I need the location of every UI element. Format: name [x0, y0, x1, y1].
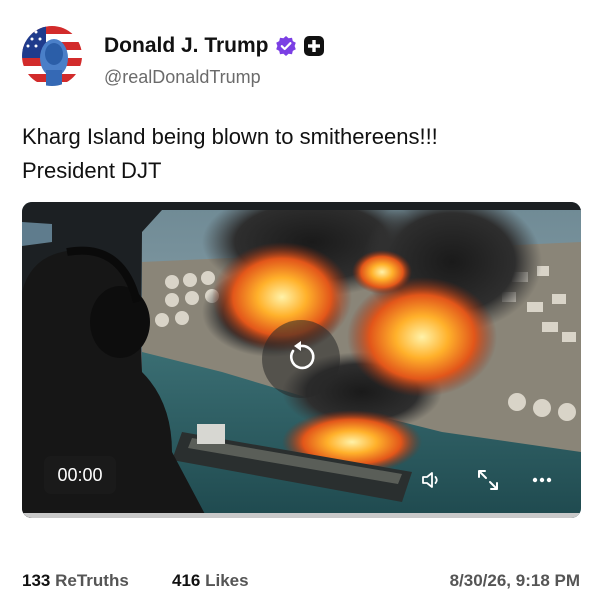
fullscreen-icon	[475, 467, 501, 498]
retruths-stat[interactable]: 133 ReTruths	[22, 571, 129, 591]
retruths-label: ReTruths	[55, 571, 129, 590]
replay-icon	[283, 339, 319, 380]
post-text-line: President DJT	[22, 158, 162, 183]
video-time: 00:00	[44, 456, 116, 494]
display-name[interactable]: Donald J. Trump	[104, 34, 269, 58]
retruths-count: 133	[22, 571, 51, 590]
user-handle[interactable]: @realDonaldTrump	[104, 67, 261, 88]
more-icon	[530, 468, 554, 497]
replay-button[interactable]	[262, 320, 340, 398]
avatar[interactable]	[22, 26, 82, 86]
video-progress-bar[interactable]	[22, 513, 581, 518]
post-text-line: Kharg Island being blown to smithereens!…	[22, 124, 438, 149]
verified-badge-icon	[275, 35, 297, 57]
more-button[interactable]	[528, 468, 556, 496]
name-row: Donald J. Trump	[104, 34, 325, 58]
likes-label: Likes	[205, 571, 249, 590]
post-header: Donald J. Trump @realDonaldTrump	[22, 22, 582, 92]
likes-count: 416	[172, 571, 201, 590]
likes-stat[interactable]: 416 Likes	[172, 571, 249, 591]
post-timestamp[interactable]: 8/30/26, 9:18 PM	[450, 571, 580, 591]
fullscreen-button[interactable]	[474, 468, 502, 496]
volume-icon	[420, 468, 444, 497]
video-player[interactable]: 00:00	[22, 202, 581, 518]
volume-button[interactable]	[418, 468, 446, 496]
post-text: Kharg Island being blown to smithereens!…	[22, 120, 582, 188]
plus-badge-icon	[303, 35, 325, 57]
post-stats: 133 ReTruths 416 Likes 8/30/26, 9:18 PM	[22, 571, 580, 595]
